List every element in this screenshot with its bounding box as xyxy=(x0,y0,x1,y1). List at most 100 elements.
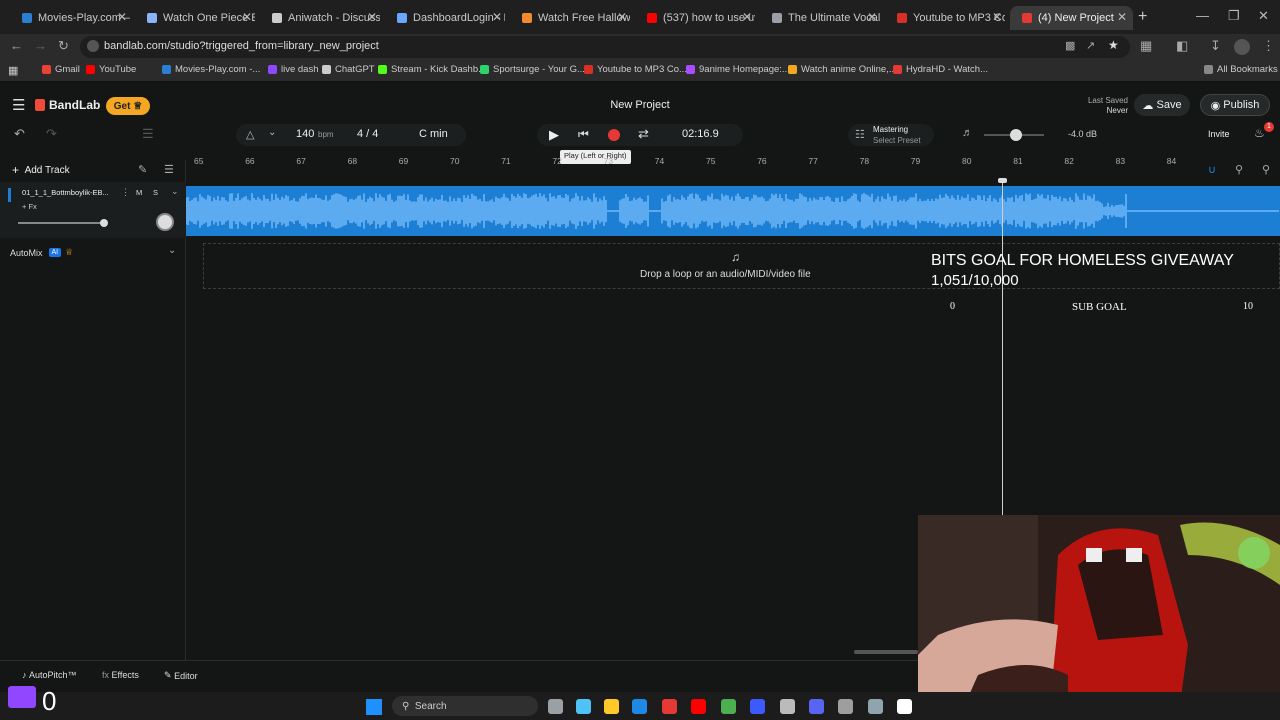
profile-avatar[interactable] xyxy=(1234,39,1250,55)
minimize-icon[interactable]: — xyxy=(1196,8,1209,23)
share-icon[interactable]: ↗ xyxy=(1086,39,1095,52)
time-signature[interactable]: 4 / 4 xyxy=(357,128,378,140)
record-icon[interactable] xyxy=(608,129,620,141)
close-tab-icon[interactable]: ✕ xyxy=(242,10,252,24)
close-tab-icon[interactable]: ✕ xyxy=(1117,10,1127,24)
automix-button[interactable]: AutoMix AI ♕ xyxy=(10,247,73,258)
skip-back-icon[interactable]: ⏮ xyxy=(578,127,589,142)
windows-start-icon[interactable] xyxy=(366,699,382,715)
close-tab-icon[interactable]: ✕ xyxy=(367,10,377,24)
back-icon[interactable]: ← xyxy=(10,38,23,53)
close-tab-icon[interactable]: ✕ xyxy=(867,10,877,24)
audio-clip[interactable] xyxy=(186,186,1280,236)
bookmark-item[interactable]: Movies-Play.com -... xyxy=(162,64,260,75)
get-button[interactable]: Get ♕ xyxy=(106,97,150,115)
chevron-down-icon[interactable]: ⌄ xyxy=(171,186,179,197)
taskbar-search[interactable]: ⚲ Search xyxy=(392,696,538,716)
publish-button[interactable]: ◉ Publish xyxy=(1200,94,1270,116)
solo-button[interactable]: S xyxy=(153,188,158,197)
install-icon[interactable]: ▩ xyxy=(1065,39,1075,52)
speaker-icon[interactable]: ♬ xyxy=(962,127,973,139)
close-tab-icon[interactable]: ✕ xyxy=(117,10,127,24)
bookmark-item[interactable]: Watch anime Online,... xyxy=(788,64,897,75)
zoom-out-icon[interactable]: ⚲ xyxy=(1235,163,1243,176)
metronome-icon[interactable]: △ xyxy=(246,128,254,141)
app-icon[interactable] xyxy=(632,699,647,714)
adobe-icon[interactable] xyxy=(662,699,677,714)
invite-button[interactable]: Invite xyxy=(1208,129,1230,139)
youtube-icon[interactable] xyxy=(691,699,706,714)
browser-tab[interactable]: DashboardLogin - Lu✕ xyxy=(385,6,508,30)
settings-icon[interactable] xyxy=(868,699,883,714)
browser-tab[interactable]: Aniwatch - Discussion✕ xyxy=(260,6,383,30)
pencil-icon[interactable]: ✎ xyxy=(138,163,147,176)
track-volume-handle[interactable] xyxy=(100,219,108,227)
new-tab-button[interactable]: + xyxy=(1138,8,1147,26)
reload-icon[interactable]: ↻ xyxy=(58,38,69,54)
bookmark-star-icon[interactable]: ★ xyxy=(1108,38,1119,52)
master-volume-handle[interactable] xyxy=(1010,129,1022,141)
browser-tab[interactable]: Watch One Piece Engl✕ xyxy=(135,6,258,30)
project-title[interactable]: New Project xyxy=(580,99,700,111)
address-bar[interactable]: bandlab.com/studio?triggered_from=librar… xyxy=(80,36,1130,58)
app-icon[interactable] xyxy=(750,699,765,714)
redo-icon[interactable]: ↷ xyxy=(46,126,57,142)
all-bookmarks[interactable]: All Bookmarks xyxy=(1204,64,1278,75)
track-pan-knob[interactable] xyxy=(156,213,174,231)
close-tab-icon[interactable]: ✕ xyxy=(617,10,627,24)
discord-icon[interactable] xyxy=(809,699,824,714)
browser-tab[interactable]: The Ultimate Vocal R✕ xyxy=(760,6,883,30)
browser-tab[interactable]: Watch Free Hallowee✕ xyxy=(510,6,633,30)
close-tab-icon[interactable]: ✕ xyxy=(742,10,752,24)
copilot-icon[interactable] xyxy=(576,699,591,714)
browser-tab[interactable]: (537) how to use uvr5✕ xyxy=(635,6,758,30)
sidepanel-icon[interactable]: ◧ xyxy=(1176,38,1188,54)
editor-button[interactable]: ✎ Editor xyxy=(164,670,198,681)
timeline-ruler[interactable]: 65 66 67 68 69 70 71 72 73 74 75 76 77 78 79 80 81 82 83 84 xyxy=(186,156,1280,170)
effects-button[interactable]: fx Effects xyxy=(102,670,139,680)
play-icon[interactable]: ▶ xyxy=(549,127,559,143)
bookmark-item[interactable]: Gmail xyxy=(42,64,80,75)
bookmark-item[interactable]: ChatGPT xyxy=(322,64,375,75)
forward-icon[interactable]: → xyxy=(34,38,47,53)
magnet-icon[interactable]: ∪ xyxy=(1208,163,1216,176)
mute-button[interactable]: M xyxy=(136,188,142,197)
track-menu-icon[interactable]: ⋮ xyxy=(121,187,130,198)
track-name[interactable]: 01_1_1_Bottmboylik-EB... xyxy=(22,188,109,197)
chevron-down-icon[interactable]: ⌄ xyxy=(168,245,176,256)
browser-tab[interactable]: (4) New Project ✕ xyxy=(1010,6,1133,30)
mixer-icon[interactable]: ☰ xyxy=(142,126,154,142)
maximize-icon[interactable]: ❐ xyxy=(1228,8,1240,24)
settings-sliders-icon[interactable]: ☰ xyxy=(164,163,174,176)
widgets-icon[interactable] xyxy=(548,699,563,714)
media-player-icon[interactable] xyxy=(897,699,912,714)
app-icon[interactable] xyxy=(838,699,853,714)
close-tab-icon[interactable]: ✕ xyxy=(492,10,502,24)
loop-icon[interactable]: ⇄ xyxy=(638,126,649,142)
extensions-icon[interactable]: ▦ xyxy=(1140,38,1152,54)
autopitch-button[interactable]: ♪ AutoPitch™ xyxy=(22,670,77,680)
bpm-value[interactable]: 140 xyxy=(296,128,314,140)
close-tab-icon[interactable]: ✕ xyxy=(992,10,1002,24)
downloads-icon[interactable]: ↧ xyxy=(1210,38,1221,54)
chevron-down-icon[interactable]: ⌄ xyxy=(268,127,276,138)
close-window-icon[interactable]: ✕ xyxy=(1258,8,1269,24)
bookmark-item[interactable]: live dash xyxy=(268,64,319,75)
bookmark-item[interactable]: Stream - Kick Dashb... xyxy=(378,64,486,75)
hamburger-menu-icon[interactable]: ☰ xyxy=(12,96,25,114)
obs-icon[interactable] xyxy=(780,699,795,714)
file-explorer-icon[interactable] xyxy=(604,699,619,714)
bookmark-item[interactable]: Sportsurge - Your G... xyxy=(480,64,585,75)
bookmark-item[interactable]: 9anime Homepage:... xyxy=(686,64,790,75)
save-button[interactable]: ☁ Save xyxy=(1134,94,1190,116)
bookmark-item[interactable]: Youtube to MP3 Co... xyxy=(584,64,687,75)
playhead-handle[interactable] xyxy=(998,178,1007,183)
fx-button[interactable]: + Fx xyxy=(22,202,37,211)
horizontal-scrollbar[interactable] xyxy=(854,650,918,654)
undo-icon[interactable]: ↶ xyxy=(14,126,25,142)
menu-dots-icon[interactable]: ⋮ xyxy=(1262,38,1275,54)
track-volume-slider[interactable] xyxy=(18,222,104,224)
bookmark-item[interactable]: YouTube xyxy=(86,64,136,75)
playhead[interactable] xyxy=(1002,180,1003,515)
browser-tab[interactable]: Movies-Play.com – R✕ xyxy=(10,6,133,30)
